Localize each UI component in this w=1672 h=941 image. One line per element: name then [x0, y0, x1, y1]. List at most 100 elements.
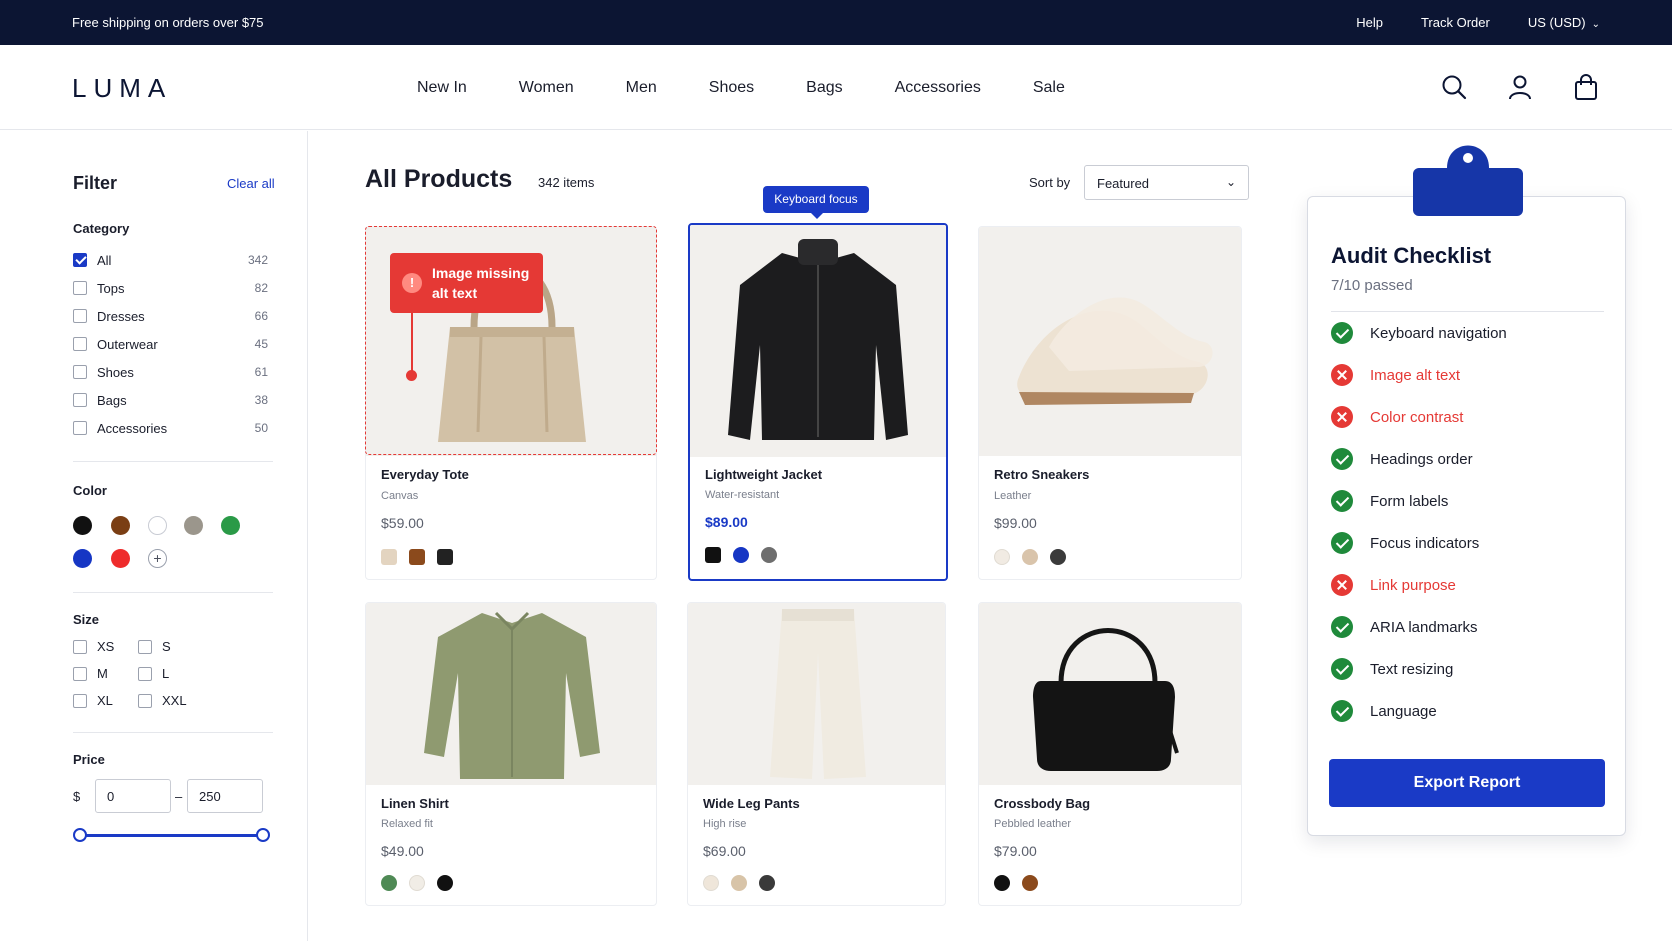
product-name[interactable]: Linen Shirt — [381, 796, 449, 811]
category-option-outerwear[interactable]: Outerwear 45 — [73, 334, 268, 354]
product-image-crossbody[interactable] — [979, 603, 1241, 785]
checkbox[interactable] — [73, 337, 87, 351]
product-image-pants[interactable] — [688, 603, 945, 785]
checkbox[interactable] — [73, 281, 87, 295]
color-swatch-grey[interactable] — [184, 516, 203, 535]
help-link[interactable]: Help — [1356, 15, 1383, 30]
color-option-beige[interactable] — [381, 549, 397, 565]
nav-item-women[interactable]: Women — [519, 79, 574, 97]
color-option-charcoal[interactable] — [759, 875, 775, 891]
export-report-button[interactable]: Export Report — [1329, 759, 1605, 807]
search-icon[interactable] — [1440, 73, 1468, 101]
color-option-tan[interactable] — [1022, 549, 1038, 565]
more-colors-button[interactable]: + — [148, 549, 167, 568]
color-option-grey[interactable] — [761, 547, 777, 563]
checkbox[interactable] — [73, 393, 87, 407]
price-slider-track[interactable] — [80, 834, 263, 837]
color-swatch-black[interactable] — [73, 516, 92, 535]
currency-selector[interactable]: US (USD) ⌄ — [1528, 15, 1600, 30]
checkbox[interactable] — [138, 666, 152, 681]
product-color-options — [994, 549, 1066, 565]
product-card-linen-shirt[interactable]: Linen Shirt Relaxed fit $49.00 — [365, 602, 657, 906]
product-name[interactable]: Everyday Tote — [381, 467, 469, 482]
price-currency: $ — [73, 789, 81, 804]
product-image-shirt[interactable] — [366, 603, 656, 785]
main-nav: New In Women Men Shoes Bags Accessories … — [417, 79, 1065, 97]
nav-item-shoes[interactable]: Shoes — [709, 79, 754, 97]
check-circle-icon — [1331, 616, 1353, 638]
category-option-bags[interactable]: Bags 38 — [73, 390, 268, 410]
color-option-ivory[interactable] — [703, 875, 719, 891]
product-name[interactable]: Lightweight Jacket — [705, 467, 822, 482]
checkbox[interactable] — [73, 666, 87, 681]
nav-item-bags[interactable]: Bags — [806, 79, 842, 97]
category-label: Outerwear — [97, 336, 158, 352]
color-option-blue[interactable] — [733, 547, 749, 563]
bag-icon[interactable] — [1572, 73, 1600, 101]
color-option-charcoal[interactable] — [1050, 549, 1066, 565]
category-option-all[interactable]: All 342 — [73, 250, 268, 270]
product-card-lightweight-jacket[interactable]: Lightweight Jacket Water-resistant $89.0… — [688, 223, 948, 581]
price-max-input[interactable]: 250 — [187, 779, 263, 813]
announcement-bar: Free shipping on orders over $75 Help Tr… — [0, 0, 1672, 45]
checkbox[interactable] — [73, 365, 87, 379]
color-option-green[interactable] — [381, 875, 397, 891]
nav-item-accessories[interactable]: Accessories — [895, 79, 981, 97]
nav-item-new-in[interactable]: New In — [417, 79, 467, 97]
account-icon[interactable] — [1506, 73, 1534, 101]
product-card-wide-leg-pants[interactable]: Wide Leg Pants High rise $69.00 — [687, 602, 946, 906]
category-option-accessories[interactable]: Accessories 50 — [73, 418, 268, 438]
color-option-black[interactable] — [437, 875, 453, 891]
size-option-s[interactable]: S — [138, 639, 171, 654]
checkbox[interactable] — [73, 639, 87, 654]
size-option-l[interactable]: L — [138, 666, 169, 681]
color-option-black[interactable] — [705, 547, 721, 563]
color-option-black[interactable] — [994, 875, 1010, 891]
color-option-beige[interactable] — [731, 875, 747, 891]
category-option-shoes[interactable]: Shoes 61 — [73, 362, 268, 382]
clear-all-link[interactable]: Clear all — [227, 176, 275, 191]
color-option-cream[interactable] — [994, 549, 1010, 565]
color-swatch-white[interactable] — [148, 516, 167, 535]
category-count: 45 — [254, 337, 268, 351]
size-option-xl[interactable]: XL — [73, 693, 113, 708]
track-order-link[interactable]: Track Order — [1421, 15, 1490, 30]
color-swatch-green[interactable] — [221, 516, 240, 535]
product-card-crossbody-bag[interactable]: Crossbody Bag Pebbled leather $79.00 — [978, 602, 1242, 906]
product-card-retro-sneakers[interactable]: Retro Sneakers Leather $99.00 — [978, 226, 1242, 580]
checkbox[interactable] — [73, 253, 87, 267]
product-image-jacket[interactable] — [690, 225, 946, 457]
color-option-brown[interactable] — [409, 549, 425, 565]
color-option-white[interactable] — [409, 875, 425, 891]
color-swatch-brown[interactable] — [111, 516, 130, 535]
nav-item-sale[interactable]: Sale — [1033, 79, 1065, 97]
check-circle-icon — [1331, 700, 1353, 722]
nav-item-men[interactable]: Men — [626, 79, 657, 97]
sort-dropdown[interactable]: Featured ⌄ — [1084, 165, 1249, 200]
color-swatch-red[interactable] — [111, 549, 130, 568]
category-option-dresses[interactable]: Dresses 66 — [73, 306, 268, 326]
logo[interactable]: LUMA — [72, 73, 172, 104]
price-slider-min-handle[interactable] — [73, 828, 87, 842]
size-option-m[interactable]: M — [73, 666, 108, 681]
product-name[interactable]: Retro Sneakers — [994, 467, 1089, 482]
product-name[interactable]: Crossbody Bag — [994, 796, 1090, 811]
checkbox[interactable] — [73, 693, 87, 708]
checkbox[interactable] — [138, 639, 152, 654]
size-option-xxl[interactable]: XXL — [138, 693, 187, 708]
product-subtitle: Pebbled leather — [994, 818, 1072, 830]
checkbox[interactable] — [73, 421, 87, 435]
product-subtitle: Canvas — [381, 490, 419, 502]
checklist-item-label: Color contrast — [1370, 408, 1464, 426]
color-option-brown[interactable] — [1022, 875, 1038, 891]
color-swatch-blue[interactable] — [73, 549, 92, 568]
product-image-sneakers[interactable] — [979, 227, 1241, 456]
checkbox[interactable] — [73, 309, 87, 323]
price-slider-max-handle[interactable] — [256, 828, 270, 842]
size-option-xs[interactable]: XS — [73, 639, 114, 654]
color-option-black[interactable] — [437, 549, 453, 565]
checkbox[interactable] — [138, 693, 152, 708]
price-min-input[interactable]: 0 — [95, 779, 171, 813]
product-name[interactable]: Wide Leg Pants — [703, 796, 800, 811]
category-option-tops[interactable]: Tops 82 — [73, 278, 268, 298]
